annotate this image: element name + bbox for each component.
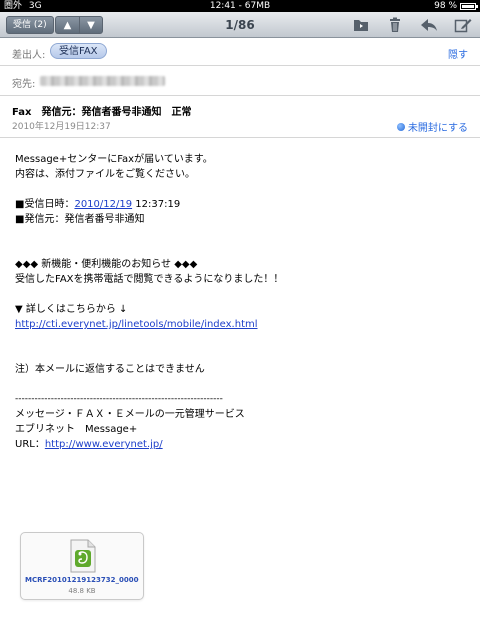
url-prefix: URL： (15, 439, 45, 450)
message-date: 2010年12月19日12:37 (12, 122, 111, 132)
attachment-filename: MCRF20101219123732_00000... (25, 576, 139, 584)
inbox-button[interactable]: 受信 (2) (6, 16, 54, 34)
mail-toolbar: 受信 (2) ▲ ▼ 1/86 (0, 12, 480, 38)
previous-message-button[interactable]: ▲ (55, 16, 79, 34)
news-heading: ◆◆◆ 新機能・便利機能のお知らせ ◆◆◆ (15, 259, 198, 270)
received-datetime-line: ■受信日時：2010/12/19 12:37:19 (15, 197, 470, 212)
sender-chip[interactable]: 受信FAX (50, 43, 107, 59)
battery-status: 98 % (434, 0, 478, 12)
url-line: URL：http://www.everynet.jp/ (15, 437, 470, 452)
message-subject: Fax 発信元：発信者番号非通知 正常 (12, 107, 192, 118)
message-navigation: ▲ ▼ (55, 16, 103, 34)
message-body: Message+センターにFaxが届いています。 内容は、添付ファイルをご覧くだ… (15, 152, 470, 452)
toolbar-actions (352, 17, 472, 33)
separator-line: ----------------------------------------… (15, 394, 223, 404)
news-text: 受信したFAXを携帯電話で閲覧できるようになりました！！ (15, 274, 284, 285)
recipient-redacted (40, 76, 165, 86)
trash-icon[interactable] (386, 17, 404, 33)
details-link[interactable]: http://cti.everynet.jp/linetools/mobile/… (15, 319, 258, 330)
move-folder-icon[interactable] (352, 17, 370, 33)
company-name: エブリネット Message+ (15, 424, 138, 435)
evernote-file-icon (70, 539, 96, 573)
to-label: 宛先: (12, 79, 36, 90)
from-label: 差出人: (12, 50, 46, 61)
website-link[interactable]: http://www.everynet.jp/ (45, 439, 163, 450)
mark-unread-button[interactable]: 未開封にする (396, 119, 468, 134)
body-line: 内容は、添付ファイルをご覧ください。 (15, 169, 195, 180)
next-message-button[interactable]: ▼ (79, 16, 103, 34)
mark-unread-label: 未開封にする (407, 123, 468, 134)
received-prefix: ■受信日時： (15, 199, 75, 210)
no-reply-note: 注）本メールに返信することはできません (15, 364, 205, 375)
sender-line: ■発信元：発信者番号非通知 (15, 214, 145, 225)
attachment-size: 48.8 KB (68, 587, 96, 595)
received-date-link[interactable]: 2010/12/19 (74, 199, 132, 210)
subject-row: Fax 発信元：発信者番号非通知 正常 2010年12月19日12:37 未開封… (0, 96, 480, 138)
attachment-tile[interactable]: MCRF20101219123732_00000... 48.8 KB (20, 532, 144, 600)
from-row: 差出人: 受信FAX 隠す (0, 38, 480, 66)
details-label: ▼ 詳しくはこちらから ↓ (15, 304, 128, 315)
status-time: 12:41 - 67MB (209, 1, 271, 11)
received-time: 12:37:19 (132, 199, 181, 210)
to-row: 宛先: (0, 66, 480, 96)
battery-icon (460, 2, 478, 10)
body-line: Message+センターにFaxが届いています。 (15, 154, 213, 165)
hide-details-link[interactable]: 隠す (448, 46, 468, 61)
reply-icon[interactable] (420, 17, 438, 33)
status-bar: 圏外 3G 12:41 - 67MB 98 % (0, 0, 480, 12)
service-name: メッセージ・ＦＡＸ・Ｅメールの一元管理サービス (15, 409, 245, 420)
unread-dot-icon (396, 122, 405, 131)
compose-icon[interactable] (454, 17, 472, 33)
battery-percent: 98 % (434, 1, 457, 11)
